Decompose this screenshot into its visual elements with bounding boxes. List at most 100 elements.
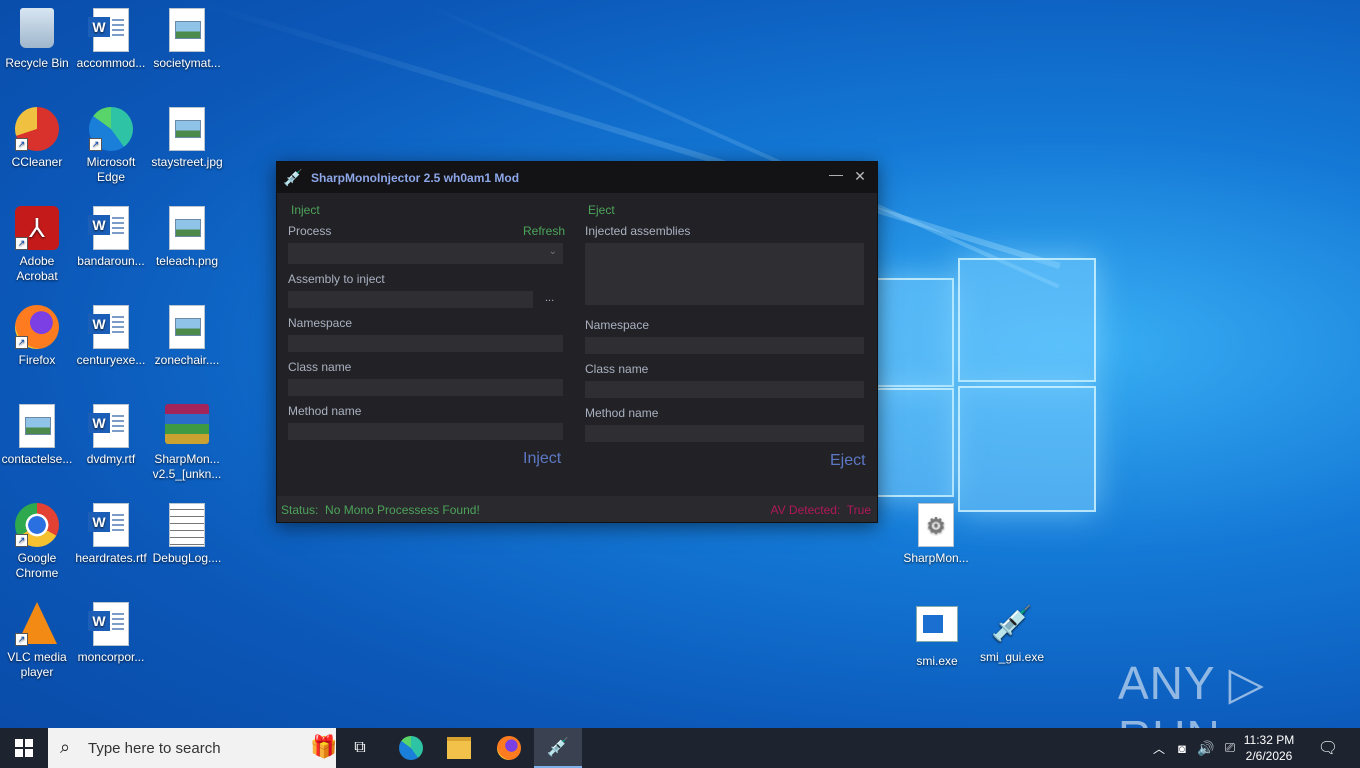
desktop-icon-smi[interactable]: smi.exe <box>901 602 973 669</box>
ccleaner-icon: ↗ <box>15 107 59 151</box>
desktop-icon-accommod[interactable]: W accommod... <box>75 8 147 71</box>
word-document-icon: W <box>88 206 133 250</box>
eject-method-label: Method name <box>585 406 659 420</box>
browse-button[interactable]: ... <box>545 292 554 304</box>
desktop-icon-label: Google Chrome <box>15 551 59 580</box>
chevron-up-icon: ︿ <box>1152 741 1165 756</box>
eject-namespace-input[interactable] <box>585 337 864 354</box>
desktop-icon-recycle-bin[interactable]: Recycle Bin <box>1 8 73 71</box>
injected-assemblies-list[interactable] <box>585 243 864 305</box>
desktop-icon-acrobat[interactable]: ⅄ ↗ Adobe Acrobat <box>1 206 73 284</box>
status-text: Status: No Mono Processess Found! <box>281 503 480 517</box>
winrar-archive-icon <box>165 404 209 448</box>
taskbar-smi-gui-button[interactable]: 💉 <box>534 728 582 768</box>
eject-header: Eject <box>588 203 615 217</box>
desktop-icon-moncorpor[interactable]: W moncorpor... <box>75 602 147 665</box>
image-file-icon <box>165 305 209 349</box>
desktop-icon-staystreet[interactable]: staystreet.jpg <box>151 107 223 170</box>
process-dropdown[interactable]: ⌄ <box>288 243 563 264</box>
desktop-icon-teleach[interactable]: teleach.png <box>151 206 223 269</box>
search-icon: ⌕ <box>60 737 71 757</box>
desktop-icon-vlc[interactable]: ↗ VLC media player <box>1 602 73 680</box>
gift-icon: 🎁 <box>310 734 338 759</box>
window-title: SharpMonoInjector 2.5 wh0am1 Mod <box>311 171 520 185</box>
desktop-icon-debuglog[interactable]: DebugLog.... <box>151 503 223 566</box>
desktop-icon-chrome[interactable]: ↗ Google Chrome <box>1 503 73 581</box>
refresh-button[interactable]: Refresh <box>523 224 565 238</box>
exe-window-icon <box>915 606 959 650</box>
inject-class-input[interactable] <box>288 379 563 396</box>
desktop-icon-firefox[interactable]: ↗ Firefox <box>1 305 73 368</box>
desktop-icon-label: smi.exe <box>916 654 958 668</box>
network-icon: ⎚ <box>1224 740 1236 755</box>
speaker-icon: 🔊 <box>1197 739 1215 756</box>
notifications-button[interactable]: 🗨 <box>1312 728 1344 768</box>
desktop-icon-label: smi_gui.exe <box>979 650 1045 664</box>
desktop-icon-label: centuryexe... <box>76 353 146 367</box>
desktop-icon-smi-gui[interactable]: 💉 smi_gui.exe <box>976 602 1048 665</box>
vlc-icon: ↗ <box>15 602 59 646</box>
desktop-icon-contactelse[interactable]: contactelse... <box>1 404 73 467</box>
desktop-icon-dvdmy[interactable]: W dvdmy.rtf <box>75 404 147 467</box>
desktop-icon-label: Firefox <box>18 353 56 367</box>
desktop-icon-label: dvdmy.rtf <box>86 452 136 466</box>
eject-method-input[interactable] <box>585 425 864 442</box>
desktop-icon-label: heardrates.rtf <box>75 551 147 565</box>
edge-icon: ↗ <box>89 107 133 151</box>
eject-namespace-label: Namespace <box>585 318 650 332</box>
desktop-icon-label: bandaroun... <box>77 254 145 268</box>
desktop-icon-label: Adobe Acrobat <box>16 254 58 283</box>
minimize-button[interactable]: — <box>827 166 845 182</box>
desktop-icon-label: moncorpor... <box>77 650 145 664</box>
sharpmonoinjector-window: 💉 SharpMonoInjector 2.5 wh0am1 Mod — ✕ I… <box>276 161 878 523</box>
assembly-path-input[interactable] <box>288 291 533 308</box>
syringe-icon: 💉 <box>990 605 1034 643</box>
start-button[interactable] <box>0 728 48 768</box>
meet-now-button[interactable]: ◙ <box>1172 728 1192 768</box>
desktop-icon-label: CCleaner <box>11 155 63 169</box>
image-file-icon <box>15 404 59 448</box>
syringe-icon: 💉 <box>283 170 303 187</box>
word-document-icon: W <box>88 404 133 448</box>
desktop-icon-ccleaner[interactable]: ↗ CCleaner <box>1 107 73 170</box>
close-button[interactable]: ✕ <box>851 168 869 185</box>
desktop-icon-sharpmon-rar[interactable]: SharpMon... v2.5_[unkn... <box>151 404 223 482</box>
taskbar-edge-button[interactable] <box>390 728 432 768</box>
settings-file-icon: ⚙ <box>914 503 958 547</box>
desktop-icon-heardrates[interactable]: W heardrates.rtf <box>75 503 147 566</box>
desktop-icon-societymat[interactable]: societymat... <box>151 8 223 71</box>
show-hidden-icons-button[interactable]: ︿ <box>1150 728 1168 768</box>
acrobat-icon: ⅄ ↗ <box>15 206 59 250</box>
image-file-icon <box>165 206 209 250</box>
taskbar-clock[interactable]: 11:32 PM 2/6/2026 <box>1236 732 1302 764</box>
inject-namespace-input[interactable] <box>288 335 563 352</box>
window-titlebar[interactable]: 💉 SharpMonoInjector 2.5 wh0am1 Mod — ✕ <box>277 162 877 193</box>
recycle-bin-icon <box>15 8 59 52</box>
task-view-button[interactable]: ⧉ <box>340 728 380 768</box>
syringe-icon: 💉 <box>546 736 570 757</box>
eject-button[interactable]: Eject <box>830 452 866 470</box>
taskbar-explorer-button[interactable] <box>438 728 480 768</box>
desktop-icon-sharpmon-cfg[interactable]: ⚙ SharpMon... <box>900 503 972 566</box>
text-file-icon <box>165 503 209 547</box>
desktop-icon-label: teleach.png <box>155 254 219 268</box>
edge-icon <box>399 736 423 760</box>
clock-time: 11:32 PM <box>1243 733 1295 747</box>
desktop-icon-centuryexe[interactable]: W centuryexe... <box>75 305 147 368</box>
desktop-icon-edge[interactable]: ↗ Microsoft Edge <box>75 107 147 185</box>
inject-button[interactable]: Inject <box>523 450 561 468</box>
assemblies-label: Injected assemblies <box>585 224 691 238</box>
chevron-down-icon: ⌄ <box>548 246 557 257</box>
task-view-icon: ⧉ <box>354 739 366 756</box>
taskbar-search-box[interactable]: ⌕ Type here to search 🎁 <box>48 728 338 768</box>
taskbar-firefox-button[interactable] <box>488 728 530 768</box>
taskbar: ⌕ Type here to search 🎁 ⧉ 💉 ︿ ◙ 🔊 ⎚ 11:3… <box>0 728 1360 768</box>
clock-date: 2/6/2026 <box>1245 749 1293 763</box>
desktop-icon-bandaroun[interactable]: W bandaroun... <box>75 206 147 269</box>
firefox-icon: ↗ <box>15 305 59 349</box>
eject-class-input[interactable] <box>585 381 864 398</box>
volume-button[interactable]: 🔊 <box>1196 728 1216 768</box>
inject-method-input[interactable] <box>288 423 563 440</box>
firefox-icon <box>497 736 521 760</box>
desktop-icon-zonechair[interactable]: zonechair.... <box>151 305 223 368</box>
